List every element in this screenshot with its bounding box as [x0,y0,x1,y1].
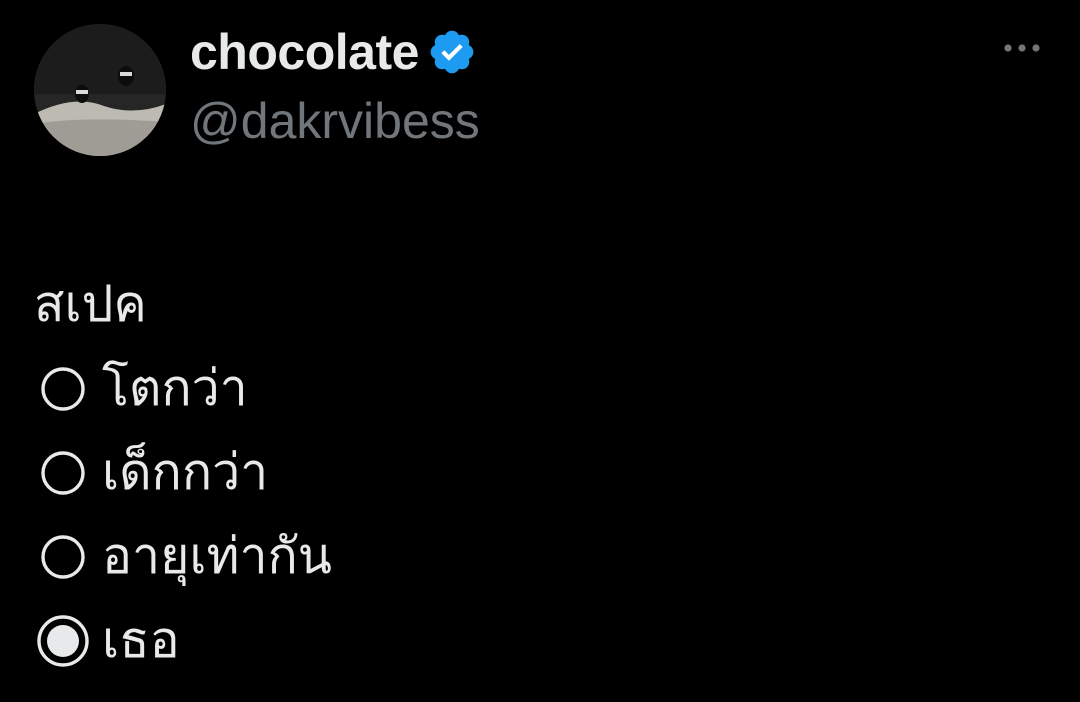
option-label: โตกว่า [102,359,248,417]
option-item: อายุเท่ากัน [34,514,1034,598]
option-label: เธอ [102,611,180,669]
option-label: เด็กกว่า [102,443,269,501]
display-name-row: chocolate [190,20,477,84]
radio-unselected-icon [34,443,92,501]
more-options-button[interactable] [996,30,1048,66]
radio-unselected-icon [34,359,92,417]
option-label: อายุเท่ากัน [102,527,332,585]
option-item: เธอ [34,598,1034,682]
radio-unselected-icon [34,527,92,585]
avatar[interactable] [34,24,166,156]
verified-badge-icon [427,27,477,77]
radio-selected-icon [34,611,92,669]
tweet-heading: สเปค [34,275,147,333]
option-item: โตกว่า [34,346,1034,430]
display-name[interactable]: chocolate [190,23,419,81]
avatar-photo [34,24,166,156]
tweet-text: สเปค โตกว่า เด็กกว่า อายุเท่ากัน เธอ [34,262,1034,682]
option-item: เด็กกว่า [34,430,1034,514]
user-handle[interactable]: @dakrvibess [190,92,480,150]
more-horizontal-icon [1004,44,1040,52]
